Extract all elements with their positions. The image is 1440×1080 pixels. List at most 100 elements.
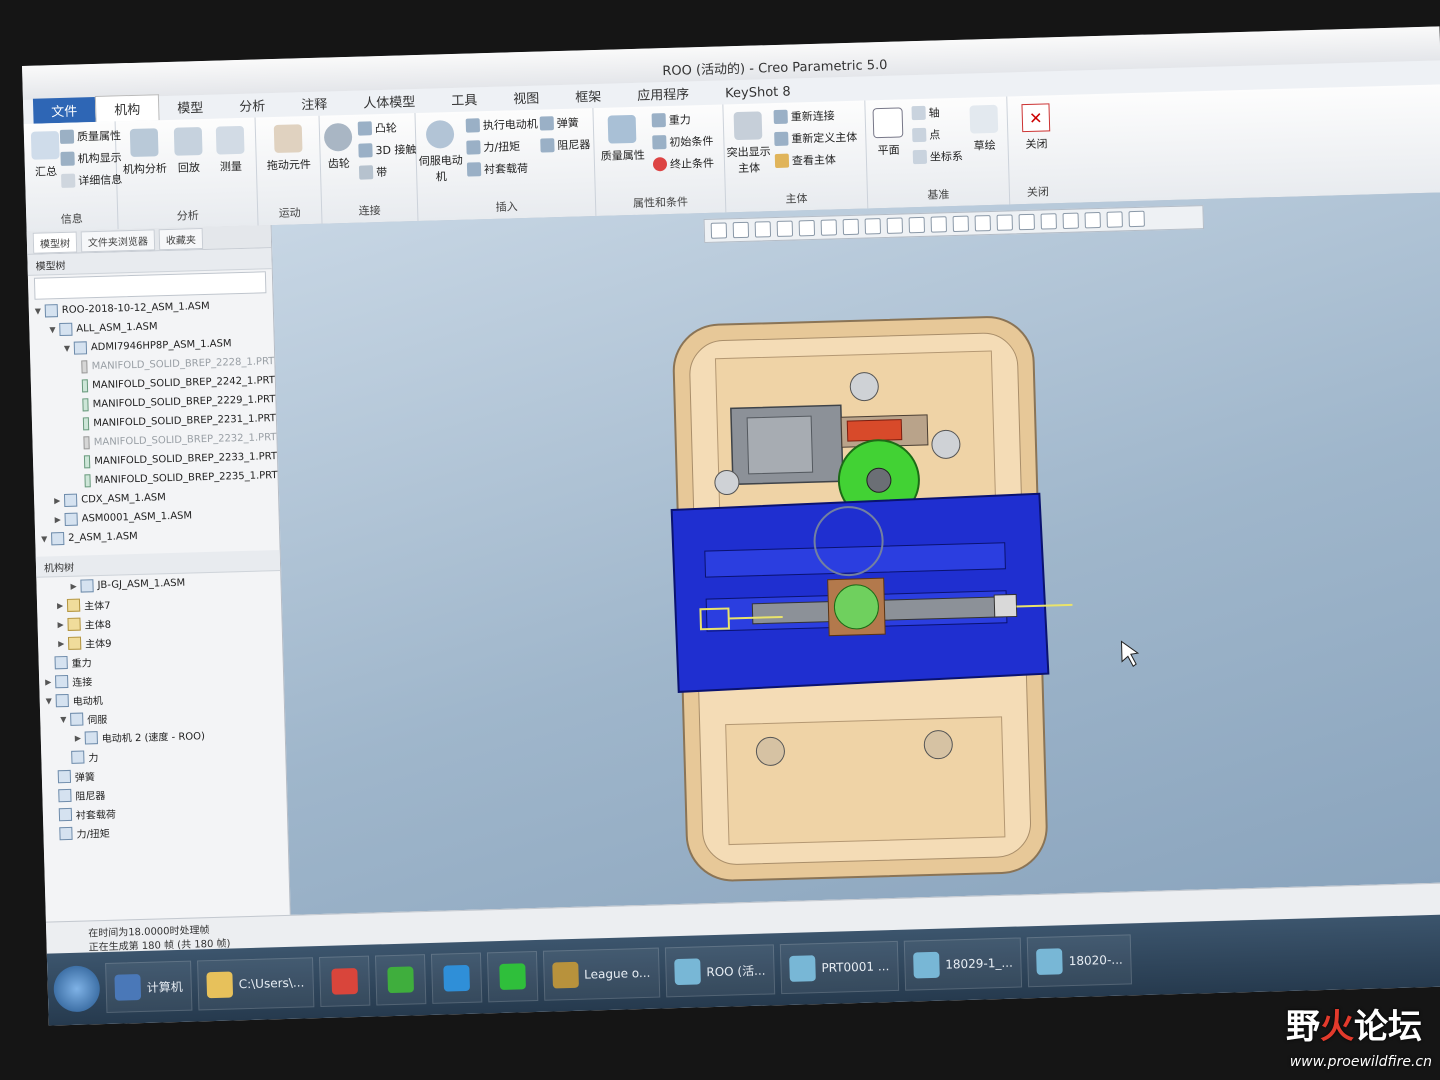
tab-8[interactable]: 框架 xyxy=(557,82,620,109)
tree-item-label: ROO-2018-10-12_ASM_1.ASM xyxy=(61,300,210,316)
bushing-load-button[interactable]: 衬套载荷 xyxy=(466,160,528,178)
tree-item-label: 主体9 xyxy=(85,638,112,651)
expand-toggle-icon[interactable]: ▼ xyxy=(35,306,45,316)
tree-item-label: ASM0001_ASM_1.ASM xyxy=(81,510,193,525)
expand-toggle-icon[interactable]: ▶ xyxy=(57,620,67,629)
tree-item-label: 力 xyxy=(88,753,99,765)
expand-toggle-icon[interactable]: ▼ xyxy=(64,344,74,353)
expand-toggle-icon[interactable]: ▶ xyxy=(70,582,80,591)
tree-item-label: MANIFOLD_SOLID_BREP_2229_1.PRT xyxy=(92,394,276,411)
redefine-body-button[interactable]: 重新定义主体 xyxy=(774,129,857,147)
tab-10[interactable]: KeyShot 8 xyxy=(707,81,809,105)
force-torque-button[interactable]: 力/扭矩 xyxy=(466,138,520,155)
worm-gear xyxy=(846,419,903,442)
csys-button[interactable]: 坐标系 xyxy=(912,148,963,165)
assembly-icon xyxy=(54,655,68,670)
exec-motor-button[interactable]: 执行电动机 xyxy=(465,116,538,134)
expand-toggle-icon[interactable]: ▶ xyxy=(75,734,85,743)
termination-condition-button[interactable]: 终止条件 xyxy=(652,155,714,173)
plane-icon xyxy=(872,107,904,139)
taskbar-item[interactable]: PRT0001 ... xyxy=(779,940,899,995)
tab-3[interactable]: 分析 xyxy=(221,92,284,119)
gravity-button[interactable]: 重力 xyxy=(651,111,691,128)
view-body-button[interactable]: 查看主体 xyxy=(774,151,836,169)
mass-props-big-button[interactable]: 质量属性 xyxy=(594,114,651,164)
tree-item-label: 重力 xyxy=(71,658,92,670)
taskbar-item[interactable]: ROO (活... xyxy=(664,944,776,998)
tab-7[interactable]: 视图 xyxy=(495,84,558,111)
reconnect-button[interactable]: 重新连接 xyxy=(773,107,835,125)
navigator-tab-0[interactable]: 模型树 xyxy=(32,231,78,254)
damper-button[interactable]: 阻尼器 xyxy=(540,136,591,153)
servo-motor-button[interactable]: 伺服电动机 xyxy=(416,119,466,185)
detail-info-button[interactable]: 详细信息 xyxy=(61,171,122,189)
mass-props-button[interactable]: 质量属性 xyxy=(59,127,121,145)
taskbar-item[interactable]: League o... xyxy=(542,947,661,1001)
left-panel: 模型树 文件夹浏览器 收藏夹 模型树 ▼ ROO-2018-10-12_ASM_1.A… xyxy=(26,225,291,922)
taskbar-item[interactable] xyxy=(318,955,370,1008)
spring-button[interactable]: 弹簧 xyxy=(539,114,579,131)
tab-0[interactable]: 文件 xyxy=(32,96,96,124)
assembly-icon xyxy=(80,579,94,593)
start-button[interactable] xyxy=(53,965,101,1013)
assembly-icon xyxy=(44,304,59,318)
taskbar-item[interactable]: 18020-... xyxy=(1027,934,1133,988)
taskbar-item[interactable]: C:\Users\... xyxy=(197,957,314,1011)
taskbar-item-label: PRT0001 ... xyxy=(821,959,890,976)
assembly-icon xyxy=(55,674,69,689)
tab-6[interactable]: 工具 xyxy=(433,86,496,113)
gravity-icon xyxy=(651,113,666,128)
taskbar-item[interactable]: 18029-1_... xyxy=(903,937,1023,991)
mount-hole-left xyxy=(755,736,785,766)
contact-3d-button[interactable]: 3D 接触 xyxy=(358,141,417,159)
tree-item-label: 主体8 xyxy=(84,619,112,632)
initial-condition-button[interactable]: 初始条件 xyxy=(652,133,714,151)
tab-4[interactable]: 注释 xyxy=(283,90,346,117)
measure-button[interactable]: 测量 xyxy=(202,125,259,175)
taskbar-item-label: 18029-1_... xyxy=(945,955,1014,972)
taskbar-item[interactable] xyxy=(430,952,482,1004)
gear-button[interactable]: 齿轮 xyxy=(320,122,357,172)
expand-toggle-icon[interactable]: ▶ xyxy=(45,677,55,686)
cam-button[interactable]: 凸轮 xyxy=(357,120,397,137)
tab-5[interactable]: 人体模型 xyxy=(345,88,434,115)
plane-button[interactable]: 平面 xyxy=(866,107,911,158)
expand-toggle-icon[interactable]: ▶ xyxy=(55,515,65,524)
model-render xyxy=(670,316,1140,882)
expand-toggle-icon[interactable]: ▼ xyxy=(41,534,51,543)
graphics-viewport[interactable] xyxy=(271,192,1440,915)
axis-button[interactable]: 轴 xyxy=(911,104,940,121)
mech-display-button[interactable]: 机构显示 xyxy=(60,149,122,167)
point-button[interactable]: 点 xyxy=(912,126,940,143)
assembly-icon xyxy=(84,731,98,745)
group-label: 分析 xyxy=(176,209,199,223)
tree-item-label: MANIFOLD_SOLID_BREP_2233_1.PRT xyxy=(94,451,278,468)
gear-hub xyxy=(866,467,892,493)
tree-item-label: 阻尼器 xyxy=(75,790,106,803)
body-icon xyxy=(67,617,81,631)
expand-toggle-icon[interactable]: ▼ xyxy=(46,696,56,705)
expand-toggle-icon[interactable]: ▶ xyxy=(54,496,64,505)
summary-button[interactable]: 汇总 xyxy=(28,130,63,180)
taskbar-item[interactable] xyxy=(486,950,538,1003)
close-button[interactable]: ✕ 关闭 xyxy=(1007,103,1064,153)
highlight-body-button[interactable]: 突出显示主体 xyxy=(724,111,774,176)
mech-tree: ▶ JB-GJ_ASM_1.ASM ▶ 主体7 ▶ 主体8 ▶ 主体9 重力 ▶ 连接 ▼ 电动机 ▼ 伺服… xyxy=(36,571,287,844)
navigator-tab-1[interactable]: 文件夹浏览器 xyxy=(80,228,156,252)
expand-toggle-icon[interactable]: ▶ xyxy=(58,639,68,648)
expand-toggle-icon[interactable]: ▶ xyxy=(57,601,67,610)
taskbar-item[interactable]: 计算机 xyxy=(105,960,193,1014)
belt-button[interactable]: 带 xyxy=(358,164,387,181)
expand-toggle-icon[interactable]: ▼ xyxy=(49,325,59,334)
group-body: 突出显示主体 重新连接 重新定义主体 查看主体 主体 xyxy=(723,100,869,213)
taskbar-item-label: C:\Users\... xyxy=(238,975,305,992)
drag-component-button[interactable]: 拖动元件 xyxy=(260,124,317,174)
tab-9[interactable]: 应用程序 xyxy=(619,80,708,107)
tab-1[interactable]: 机构 xyxy=(94,94,160,122)
expand-toggle-icon[interactable]: ▼ xyxy=(60,715,70,724)
tab-2[interactable]: 模型 xyxy=(159,93,222,120)
sketch-button[interactable]: 草绘 xyxy=(961,104,1006,154)
league-icon xyxy=(551,961,579,989)
navigator-tab-2[interactable]: 收藏夹 xyxy=(158,227,204,250)
taskbar-item[interactable] xyxy=(374,954,426,1006)
